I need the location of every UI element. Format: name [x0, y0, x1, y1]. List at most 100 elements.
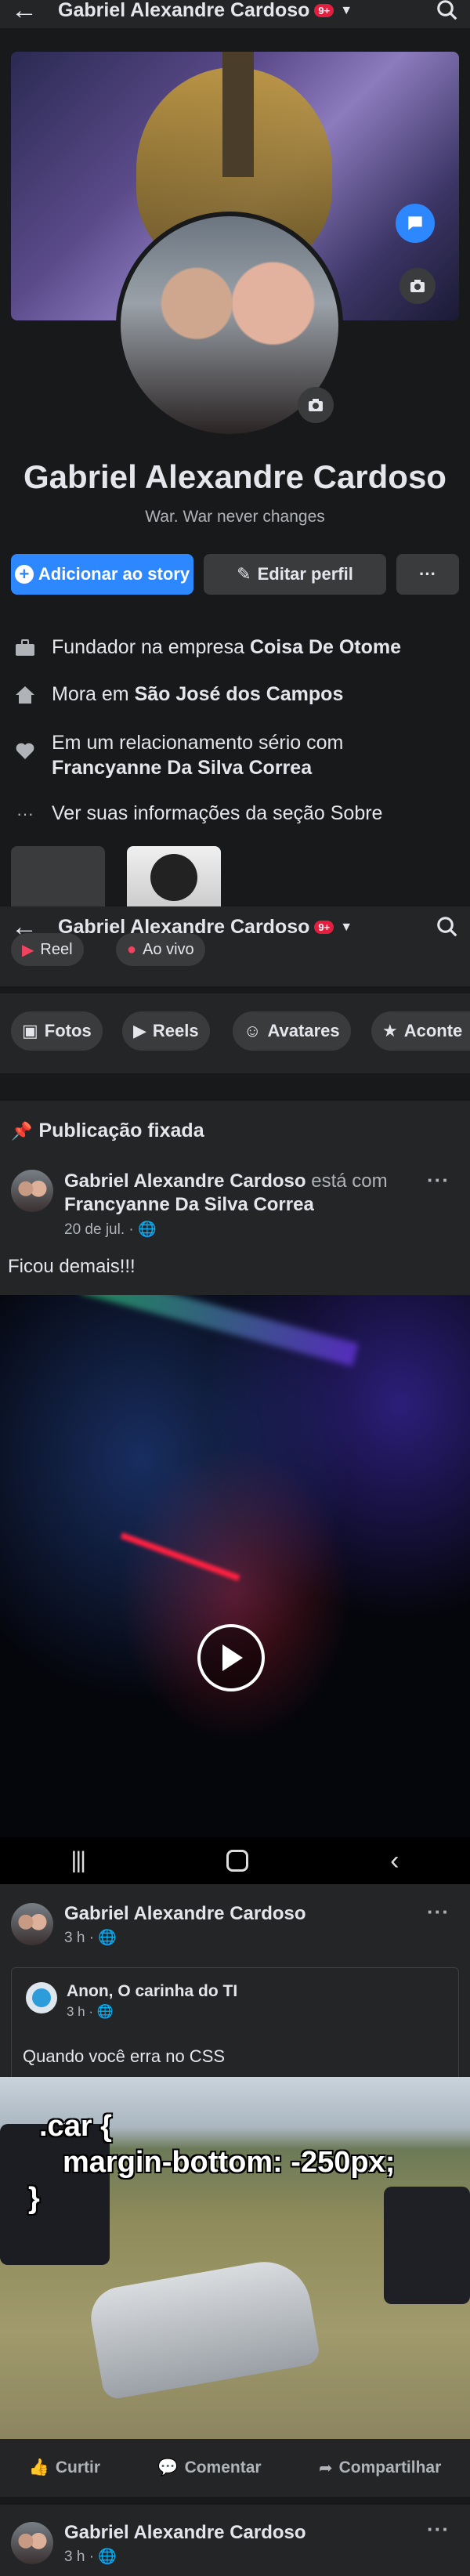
post-card: Gabriel Alexandre Cardoso 3 h · 🌐 ··· [0, 2505, 470, 2576]
work-company[interactable]: Coisa De Otome [250, 636, 401, 658]
dark-car [384, 2187, 470, 2304]
chevron-down-icon[interactable]: ▼ [340, 921, 352, 934]
relationship-prefix: Em um relacionamento sério com [52, 732, 344, 754]
highlight-figure [150, 854, 197, 901]
about-link[interactable]: ··· Ver suas informações da seção Sobre [11, 802, 459, 826]
shared-time[interactable]: 3 h · [67, 2004, 93, 2019]
post-actions: 👍 Curtir 💬 Comentar ➦ Compartilhar [0, 2444, 470, 2491]
create-row: ▶ Reel ● Ao vivo [0, 933, 470, 986]
post-author[interactable]: Gabriel Alexandre Cardoso [64, 1170, 306, 1192]
globe-icon: 🌐 [138, 1221, 157, 1238]
home-city[interactable]: São José dos Campos [135, 683, 344, 705]
highlight-thumbnail[interactable] [11, 846, 105, 913]
post-menu-icon[interactable]: ··· [427, 1168, 450, 1192]
briefcase-icon [11, 636, 39, 660]
ellipsis-icon: ··· [16, 804, 34, 823]
globe-icon: 🌐 [98, 1930, 117, 1946]
cover-camera-icon[interactable] [400, 268, 436, 304]
filter-reels[interactable]: ▶ Reels [122, 1011, 210, 1051]
like-button[interactable]: 👍 Curtir [29, 2458, 100, 2477]
cover-sword [222, 52, 254, 177]
avatar[interactable] [11, 1170, 53, 1212]
photos-icon: ▣ [22, 1021, 38, 1040]
share-button[interactable]: ➦ Compartilhar [319, 2458, 441, 2478]
highlight-thumbnail[interactable] [127, 846, 221, 913]
notification-badge: 9+ [314, 4, 334, 18]
pin-icon: 📌 [11, 1120, 33, 1141]
with-text: está com [306, 1170, 388, 1192]
share-icon: ➦ [318, 2458, 333, 2477]
plus-icon: + [14, 564, 34, 584]
more-icon: ··· [419, 564, 436, 584]
post-menu-icon[interactable]: ··· [427, 1900, 450, 1924]
red-light [120, 1532, 240, 1582]
header-title: Gabriel Alexandre Cardoso [58, 0, 310, 21]
meme-image[interactable]: .car { margin-bottom: -250px; } [0, 2077, 470, 2439]
chevron-down-icon[interactable]: ▼ [340, 4, 352, 17]
shared-post[interactable]: Anon, O carinha do TI 3 h · 🌐 Quando voc… [11, 1967, 459, 2085]
play-icon [222, 1644, 243, 1671]
post-menu-icon[interactable]: ··· [427, 2517, 450, 2542]
top-bar: ← Gabriel Alexandre Cardoso 9+ ▼ [0, 0, 470, 28]
post-text: Ficou demais!!! [8, 1256, 136, 1277]
post-author[interactable]: Gabriel Alexandre Cardoso [64, 1903, 306, 1925]
profile-camera-icon[interactable] [298, 387, 334, 423]
shared-avatar[interactable] [26, 1982, 57, 2013]
avatar[interactable] [11, 1903, 53, 1945]
system-nav-bar: ||| ‹ [0, 1837, 470, 1884]
post-time[interactable]: 3 h · [64, 2549, 94, 2565]
pinned-label: Publicação fixada [38, 1120, 204, 1141]
shared-avatar-logo [32, 1988, 51, 2007]
tagged-person[interactable]: Francyanne Da Silva Correa [64, 1194, 314, 1215]
more-options-button[interactable]: ··· [396, 554, 459, 595]
live-label: Ao vivo [143, 940, 194, 958]
back-icon[interactable]: ‹ [390, 1846, 399, 1876]
messenger-icon[interactable] [396, 204, 435, 243]
filter-photos[interactable]: ▣ Fotos [11, 1011, 103, 1051]
notification-badge: 9+ [314, 921, 334, 935]
like-label: Curtir [55, 2458, 101, 2477]
star-icon: ★ [382, 1021, 398, 1040]
search-icon[interactable] [436, 0, 459, 22]
sunken-car [85, 2254, 322, 2401]
shared-text: Quando você erra no CSS [23, 2046, 226, 2066]
recent-apps-icon[interactable]: ||| [71, 1847, 86, 1874]
globe-icon: 🌐 [96, 2004, 114, 2019]
relationship-partner[interactable]: Francyanne Da Silva Correa [52, 757, 312, 779]
home-prefix: Mora em [52, 683, 135, 705]
meme-line-2: margin-bottom: -250px; [63, 2146, 396, 2179]
comment-label: Comentar [184, 2458, 262, 2477]
filter-row: ▣ Fotos ▶ Reels ☺ Avatares ★ Aconte [0, 993, 470, 1073]
detail-work: Fundador na empresa Coisa De Otome [11, 636, 459, 660]
search-icon[interactable] [436, 915, 459, 939]
play-button[interactable] [197, 1624, 265, 1691]
shared-author[interactable]: Anon, O carinha do TI [67, 1982, 237, 2001]
post-date[interactable]: 20 de jul. · [64, 1221, 134, 1238]
add-story-label: Adicionar ao story [38, 564, 190, 584]
back-arrow-icon[interactable]: ← [11, 0, 42, 24]
post-video[interactable] [0, 1295, 470, 1837]
about-label: Ver suas informações da seção Sobre [52, 802, 383, 824]
filter-avatars-label: Avatares [267, 1021, 340, 1040]
reel-button[interactable]: ▶ Reel [11, 933, 84, 966]
filter-events[interactable]: ★ Aconte [371, 1011, 470, 1051]
avatar[interactable] [11, 2522, 53, 2564]
meme-line-3: } [28, 2182, 40, 2215]
comment-icon: 💬 [157, 2458, 179, 2477]
add-story-button[interactable]: + Adicionar ao story [11, 554, 193, 595]
like-icon: 👍 [28, 2458, 49, 2477]
work-prefix: Fundador na empresa [52, 636, 250, 658]
live-button[interactable]: ● Ao vivo [116, 933, 205, 966]
post-time[interactable]: 3 h · [64, 1930, 94, 1946]
neon-light [80, 1295, 359, 1367]
edit-profile-button[interactable]: ✎ Editar perfil [204, 554, 386, 595]
globe-icon: 🌐 [98, 2549, 117, 2565]
reel-label: Reel [40, 940, 73, 958]
detail-home: Mora em São José dos Campos [11, 683, 459, 707]
filter-avatars[interactable]: ☺ Avatares [233, 1011, 351, 1051]
comment-button[interactable]: 💬 Comentar [157, 2458, 261, 2477]
filter-photos-label: Fotos [44, 1021, 92, 1040]
reel-icon: ▶ [22, 941, 34, 959]
post-author[interactable]: Gabriel Alexandre Cardoso [64, 2522, 306, 2544]
home-icon[interactable] [226, 1850, 249, 1872]
